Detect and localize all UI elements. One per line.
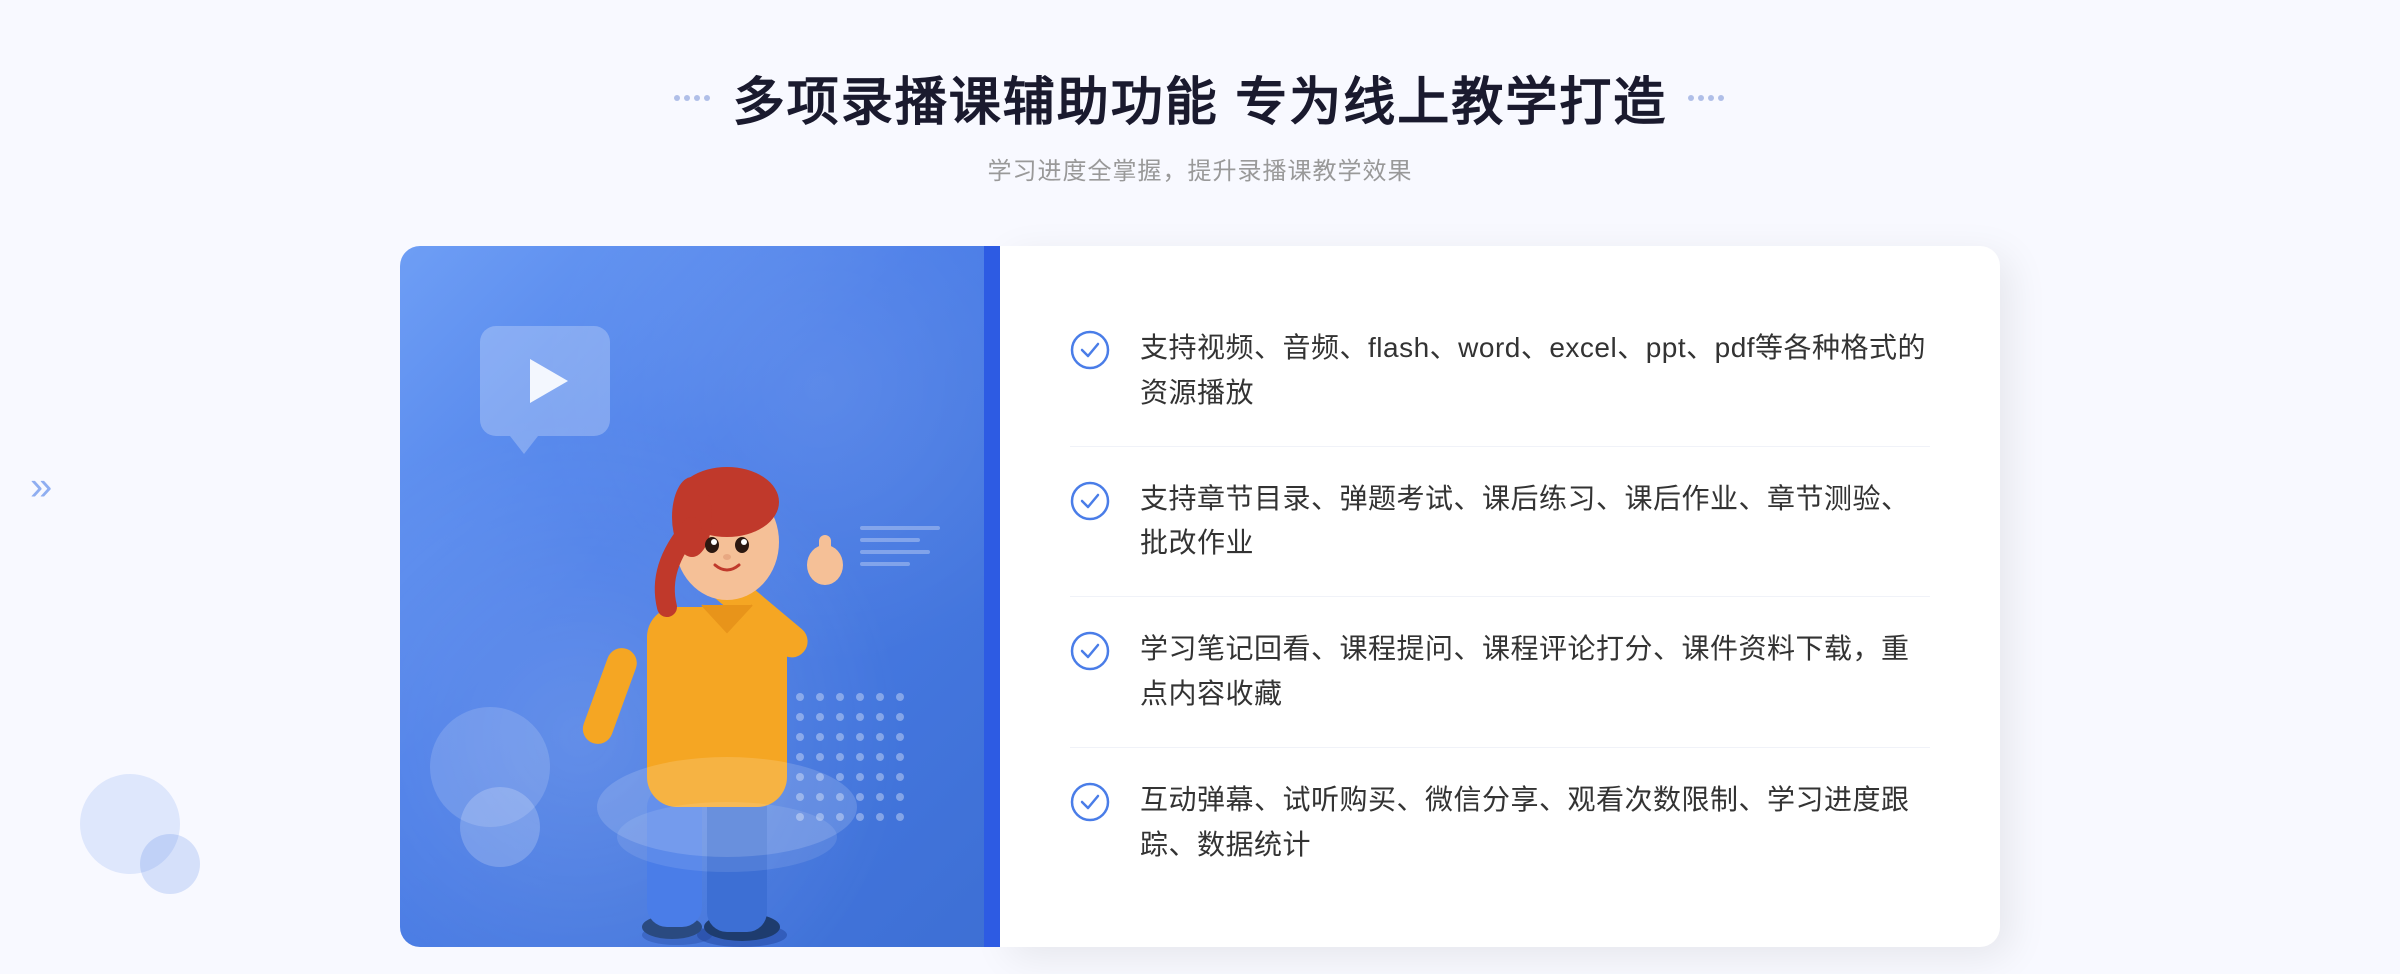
title-decoration-right [1687,90,1727,106]
person-illustration [547,387,887,947]
feature-item-2: 支持章节目录、弹题考试、课后练习、课后作业、章节测验、批改作业 [1070,447,1930,598]
check-icon-2 [1070,481,1110,521]
header-section: 多项录播课辅助功能 专为线上教学打造 学习进度全掌握，提升录播课教学效果 [673,60,1727,186]
dots-left-icon: // Will be generated inline [60,120,220,320]
title-decoration-left [673,90,713,106]
features-panel: 支持视频、音频、flash、word、excel、ppt、pdf等各种格式的资源… [1000,246,2000,947]
illustration-panel [400,246,1000,947]
float-circle-small [140,834,200,894]
feature-item-4: 互动弹幕、试听购买、微信分享、观看次数限制、学习进度跟踪、数据统计 [1070,748,1930,898]
page-title: 多项录播课辅助功能 专为线上教学打造 [733,60,1667,135]
page-subtitle: 学习进度全掌握，提升录播课教学效果 [673,151,1727,186]
dots-right-icon [2160,40,2280,140]
feature-text-3: 学习笔记回看、课程提问、课程评论打分、课件资料下载，重点内容收藏 [1140,627,1930,717]
check-icon-1 [1070,330,1110,370]
left-arrow-icon: » [30,465,52,510]
circle-decoration-2 [460,787,540,867]
check-icon-4 [1070,782,1110,822]
page-container: // Will be generated inline » 多项录播课辅助功能 … [0,0,2400,974]
feature-text-2: 支持章节目录、弹题考试、课后练习、课后作业、章节测验、批改作业 [1140,477,1930,567]
feature-item-1: 支持视频、音频、flash、word、excel、ppt、pdf等各种格式的资源… [1070,296,1930,447]
accent-bar [984,246,1000,947]
feature-item-3: 学习笔记回看、课程提问、课程评论打分、课件资料下载，重点内容收藏 [1070,597,1930,748]
main-content: 支持视频、音频、flash、word、excel、ppt、pdf等各种格式的资源… [400,246,2000,947]
title-row: 多项录播课辅助功能 专为线上教学打造 [673,60,1727,135]
feature-text-4: 互动弹幕、试听购买、微信分享、观看次数限制、学习进度跟踪、数据统计 [1140,778,1930,868]
check-icon-3 [1070,631,1110,671]
feature-text-1: 支持视频、音频、flash、word、excel、ppt、pdf等各种格式的资源… [1140,326,1930,416]
